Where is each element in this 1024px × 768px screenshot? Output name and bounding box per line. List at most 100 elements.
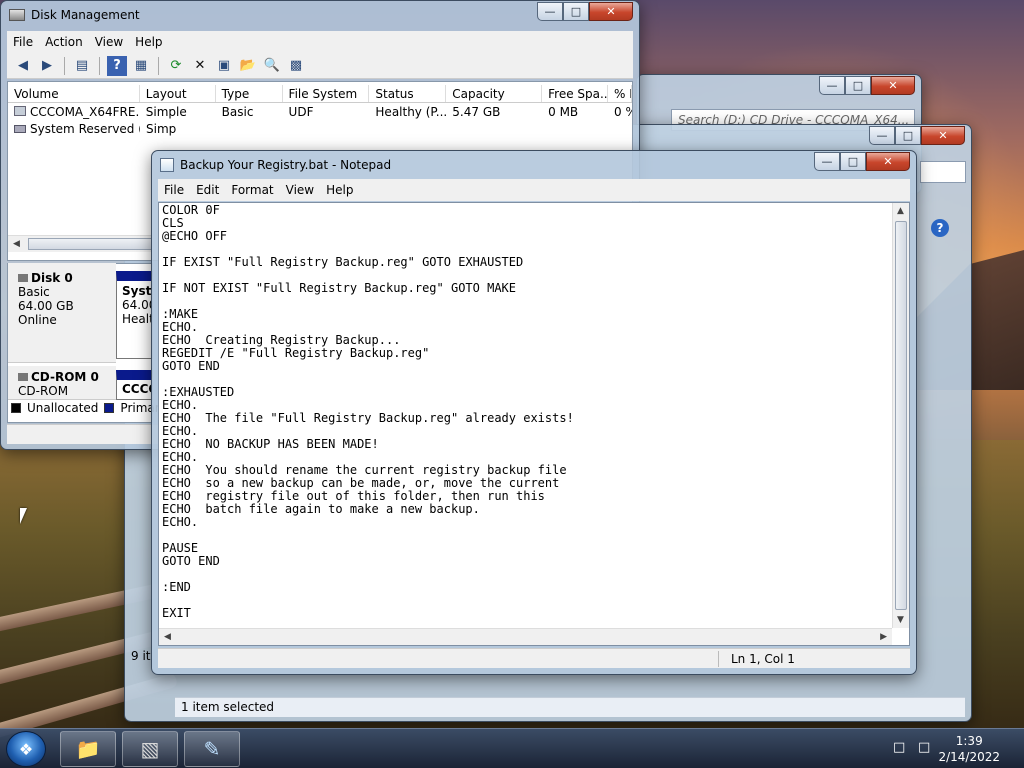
- scroll-right-icon[interactable]: ▶: [880, 632, 887, 642]
- clock-date: 2/14/2022: [938, 750, 1000, 764]
- menu-format[interactable]: Format: [225, 183, 279, 197]
- disk-0-type: Basic: [18, 285, 50, 299]
- list-view-icon[interactable]: ▩: [286, 56, 306, 76]
- maximize-button[interactable]: □: [845, 76, 871, 95]
- title-bar[interactable]: Backup Your Registry.bat - Notepad: [152, 151, 916, 179]
- search-input[interactable]: [920, 161, 966, 183]
- back-icon[interactable]: ◀: [13, 56, 33, 76]
- menu-help[interactable]: Help: [320, 183, 359, 197]
- volume-list-header: Volume Layout Type File System Status Ca…: [8, 85, 632, 103]
- minimize-button[interactable]: —: [537, 2, 563, 21]
- menu-view[interactable]: View: [280, 183, 320, 197]
- show-hide-console-tree-icon[interactable]: ▤: [72, 56, 92, 76]
- layout-cell: Simple: [145, 105, 187, 119]
- scroll-down-icon[interactable]: ▼: [897, 615, 904, 625]
- disk-0-panel[interactable]: Disk 0 Basic 64.00 GB Online: [8, 263, 116, 363]
- horizontal-scrollbar[interactable]: ◀: [8, 235, 152, 252]
- column-capacity[interactable]: Capacity: [446, 85, 543, 102]
- cdrom-0-partition[interactable]: CCCO: [116, 370, 153, 400]
- close-button[interactable]: ✕: [921, 126, 965, 145]
- window-title: Backup Your Registry.bat - Notepad: [180, 158, 392, 172]
- drive-icon: [14, 125, 26, 133]
- scroll-thumb[interactable]: [895, 221, 907, 610]
- toolbar-separator: [99, 56, 100, 75]
- menu-file[interactable]: File: [158, 183, 190, 197]
- cd-icon: [18, 373, 28, 381]
- refresh-icon[interactable]: ⟳: [166, 56, 186, 76]
- properties-icon[interactable]: ▣: [214, 56, 234, 76]
- maximize-button[interactable]: □: [563, 2, 589, 21]
- scroll-thumb[interactable]: [28, 238, 152, 250]
- menu-bar: File Edit Format View Help: [158, 179, 910, 201]
- help-icon[interactable]: ?: [931, 219, 949, 237]
- cdrom-0-type: CD-ROM: [18, 384, 69, 398]
- menu-file[interactable]: File: [7, 35, 39, 49]
- window-controls: — □ ✕: [537, 2, 633, 21]
- clock-time: 1:39: [955, 734, 983, 748]
- column-type[interactable]: Type: [216, 85, 283, 102]
- clock[interactable]: 1:39 2/14/2022: [938, 733, 1000, 765]
- disk-0-partition[interactable]: Syste 64.00 Healt: [116, 271, 153, 359]
- column-file-system[interactable]: File System: [283, 85, 370, 102]
- start-button[interactable]: ❖: [6, 731, 46, 767]
- cd-drive-icon: [14, 106, 26, 116]
- toolbar-separator: [64, 56, 65, 75]
- fs-cell: UDF: [288, 105, 314, 119]
- layout-cell: Simp: [146, 122, 177, 136]
- primary-swatch: [104, 403, 115, 413]
- delete-icon[interactable]: ✕: [190, 56, 210, 76]
- column-volume[interactable]: Volume: [8, 85, 140, 102]
- items-count: 9 it: [131, 649, 151, 663]
- toolbar-separator: [158, 56, 159, 75]
- taskbar: ❖ 📁 ▧ ✎ □ □ 1:39 2/14/2022: [0, 728, 1024, 768]
- text-editor[interactable]: COLOR 0F CLS @ECHO OFF IF EXIST "Full Re…: [158, 202, 910, 646]
- vertical-scrollbar[interactable]: ▲ ▼: [892, 203, 909, 628]
- menu-edit[interactable]: Edit: [190, 183, 225, 197]
- document-text[interactable]: COLOR 0F CLS @ECHO OFF IF EXIST "Full Re…: [162, 204, 574, 620]
- scroll-up-icon[interactable]: ▲: [897, 206, 904, 216]
- close-button[interactable]: ✕: [866, 152, 910, 171]
- partition-name: Syste: [122, 284, 152, 298]
- table-row[interactable]: CCCOMA_X64FRE... Simple Basic UDF Health…: [8, 104, 632, 121]
- maximize-button[interactable]: □: [840, 152, 866, 171]
- close-button[interactable]: ✕: [589, 2, 633, 21]
- menu-view[interactable]: View: [89, 35, 129, 49]
- cursor-position: Ln 1, Col 1: [718, 651, 795, 667]
- notepad-window[interactable]: Backup Your Registry.bat - Notepad — □ ✕…: [151, 150, 917, 675]
- action-center-icon[interactable]: □: [918, 740, 930, 755]
- taskbar-notepad-button[interactable]: ✎: [184, 731, 240, 767]
- close-button[interactable]: ✕: [871, 76, 915, 95]
- minimize-button[interactable]: —: [814, 152, 840, 171]
- minimize-button[interactable]: —: [819, 76, 845, 95]
- forward-icon[interactable]: ▶: [37, 56, 57, 76]
- volume-cell: CCCOMA_X64FRE...: [8, 104, 140, 121]
- status-bar: Ln 1, Col 1: [158, 648, 910, 668]
- disk-icon: [18, 274, 28, 282]
- taskbar-explorer-button[interactable]: 📁: [60, 731, 116, 767]
- minimize-button[interactable]: —: [869, 126, 895, 145]
- column-layout[interactable]: Layout: [140, 85, 216, 102]
- volume-cell: System Reserved (...: [8, 121, 140, 138]
- scroll-left-icon[interactable]: ◀: [13, 239, 20, 249]
- partition-status: Healt: [122, 312, 153, 326]
- scroll-left-icon[interactable]: ◀: [164, 632, 171, 642]
- legend: Unallocated Primar: [11, 401, 160, 415]
- window-controls: — □ ✕: [869, 126, 965, 145]
- menu-help[interactable]: Help: [129, 35, 168, 49]
- column-percent-free[interactable]: % F: [608, 85, 632, 102]
- cdrom-0-panel[interactable]: CD-ROM 0 CD-ROM: [8, 366, 116, 400]
- show-action-pane-icon[interactable]: ▦: [131, 56, 151, 76]
- open-folder-icon[interactable]: 📂: [238, 56, 258, 76]
- taskbar-disk-management-button[interactable]: ▧: [122, 731, 178, 767]
- disk-0-size: 64.00 GB: [18, 299, 74, 313]
- horizontal-scrollbar[interactable]: ◀ ▶: [159, 628, 892, 645]
- window-title: Disk Management: [31, 8, 140, 22]
- maximize-button[interactable]: □: [895, 126, 921, 145]
- explore-icon[interactable]: 🔍: [262, 56, 282, 76]
- column-free-space[interactable]: Free Spa...: [542, 85, 609, 102]
- table-row[interactable]: System Reserved (... Simp: [8, 121, 632, 138]
- network-icon[interactable]: □: [893, 740, 905, 755]
- menu-action[interactable]: Action: [39, 35, 89, 49]
- column-status[interactable]: Status: [369, 85, 447, 102]
- help-icon[interactable]: ?: [107, 55, 127, 76]
